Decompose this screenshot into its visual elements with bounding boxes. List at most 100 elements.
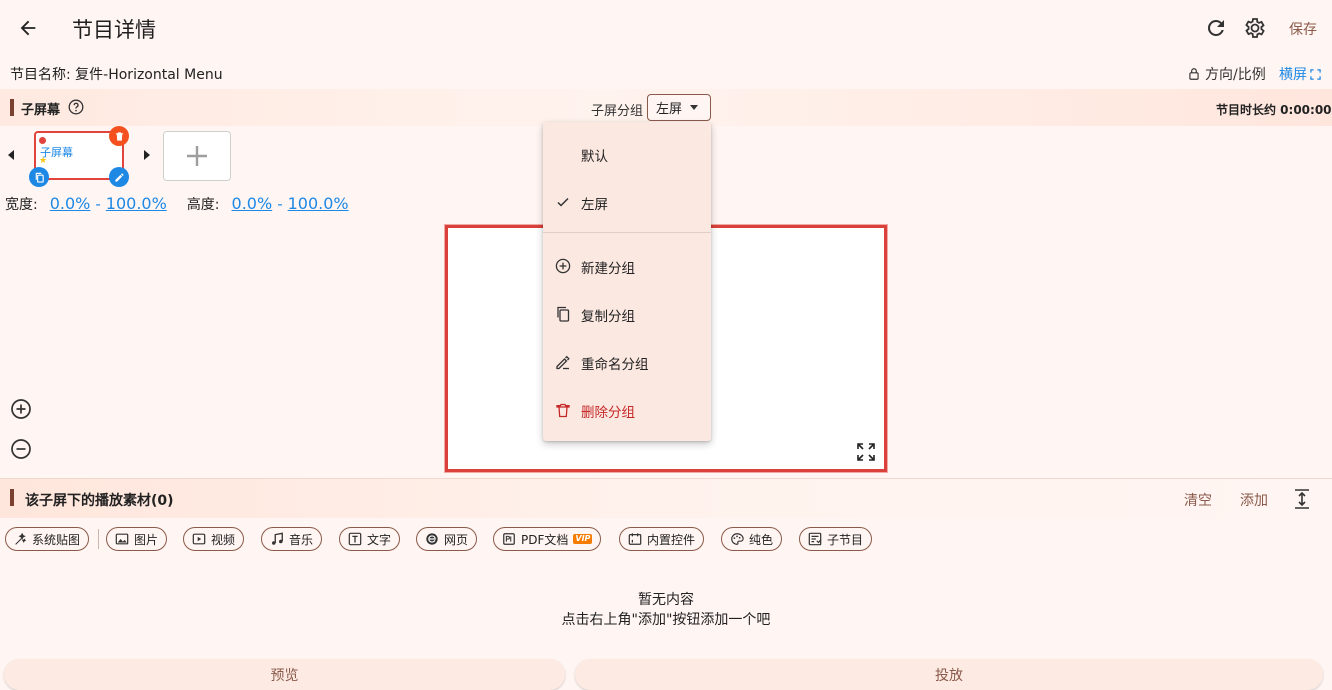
sticker-icon xyxy=(15,532,27,545)
chip-label: 网页 xyxy=(444,532,469,547)
menu-item-rename-group[interactable]: 重命名分组 xyxy=(543,340,711,384)
chip-text[interactable]: 文字 xyxy=(339,527,401,551)
menu-item-label: 复制分组 xyxy=(581,309,635,325)
page-title: 节目详情 xyxy=(72,18,156,42)
web-icon xyxy=(426,533,438,545)
chip-music[interactable]: 音乐 xyxy=(261,527,323,551)
chip-builtin-widget[interactable]: 内置控件 xyxy=(619,527,705,551)
chip-label: 纯色 xyxy=(749,532,774,547)
chip-label: 系统贴图 xyxy=(32,532,81,547)
chip-web[interactable]: 网页 xyxy=(416,527,478,551)
add-subscreen-button[interactable] xyxy=(163,131,231,181)
empty-state-hint: 点击右上角"添加"按钮添加一个吧 xyxy=(561,612,771,628)
copy-icon xyxy=(557,306,570,322)
width-to-link[interactable]: 100.0% xyxy=(106,194,167,213)
star-icon: ★ xyxy=(39,156,48,166)
refresh-button[interactable] xyxy=(1204,16,1228,40)
menu-item-default[interactable]: 默认 xyxy=(543,132,711,176)
pdf-icon xyxy=(503,533,515,545)
group-dropdown-menu: 默认 左屏 新建分组 复制分组 重命名分组 删除分组 xyxy=(543,122,711,441)
gear-icon xyxy=(1245,18,1265,38)
landscape-button[interactable]: 横屏 xyxy=(1279,64,1321,84)
plus-icon xyxy=(187,146,207,166)
help-icon[interactable] xyxy=(68,99,84,115)
orientation-button[interactable]: 方向/比例 xyxy=(1187,64,1266,84)
add-button[interactable]: 添加 xyxy=(1240,490,1268,510)
add-circle-icon xyxy=(555,258,571,274)
program-name: 节目名称: 复件-Horizontal Menu xyxy=(10,67,223,83)
width-label: 宽度: xyxy=(5,197,38,213)
menu-divider xyxy=(543,232,711,233)
menu-item-delete-group[interactable]: 删除分组 xyxy=(543,388,711,432)
menu-item-label: 重命名分组 xyxy=(581,357,649,373)
pencil-icon xyxy=(114,172,124,182)
zoom-out-icon xyxy=(11,439,31,459)
text-icon xyxy=(348,532,362,546)
menu-item-label: 左屏 xyxy=(581,197,608,213)
menu-item-label: 删除分组 xyxy=(581,405,635,421)
palette-icon xyxy=(731,533,744,545)
next-subscreen-arrow[interactable] xyxy=(144,150,150,160)
chip-label: PDF文档 xyxy=(521,532,569,547)
empty-state-title: 暂无内容 xyxy=(638,592,694,608)
fullscreen-button[interactable] xyxy=(856,442,876,462)
clear-button[interactable]: 清空 xyxy=(1184,490,1212,510)
trash-icon xyxy=(556,403,570,418)
menu-item-left-screen[interactable]: 左屏 xyxy=(543,180,711,224)
section-marker xyxy=(10,489,14,506)
height-to-link[interactable]: 100.0% xyxy=(288,194,349,213)
arrow-back-icon xyxy=(20,20,36,36)
edit-subscreen-button[interactable] xyxy=(109,167,129,187)
widget-icon xyxy=(628,533,642,545)
chip-solid-color[interactable]: 纯色 xyxy=(721,527,783,551)
chip-image[interactable]: 图片 xyxy=(106,527,168,551)
chip-label: 视频 xyxy=(211,532,236,547)
refresh-icon xyxy=(1207,19,1224,36)
prev-subscreen-arrow[interactable] xyxy=(8,150,14,160)
top-app-bar xyxy=(0,0,1332,58)
delete-subscreen-button[interactable] xyxy=(109,126,129,146)
caret-down-icon xyxy=(690,105,698,110)
subprogram-icon xyxy=(808,532,822,546)
program-duration: 节目时长约 0:00:00 xyxy=(1216,103,1332,117)
chip-divider xyxy=(98,529,99,549)
rename-icon xyxy=(556,355,570,370)
menu-item-label: 默认 xyxy=(581,149,608,165)
back-button[interactable] xyxy=(14,14,42,42)
fullscreen-small-icon xyxy=(1310,68,1321,80)
cast-button[interactable]: 投放 xyxy=(575,659,1323,690)
fullscreen-icon xyxy=(857,443,875,461)
section-marker xyxy=(10,99,14,116)
height-label: 高度: xyxy=(186,197,220,213)
group-select[interactable]: 左屏 xyxy=(647,94,711,121)
copy-subscreen-button[interactable] xyxy=(29,167,49,187)
check-icon xyxy=(557,197,569,207)
chip-label: 图片 xyxy=(134,532,159,547)
chip-label: 音乐 xyxy=(289,532,314,547)
orientation-label: 方向/比例 xyxy=(1205,67,1266,83)
preview-button[interactable]: 预览 xyxy=(4,659,565,690)
chip-system-sticker[interactable]: 系统贴图 xyxy=(5,527,90,551)
image-icon xyxy=(115,533,129,545)
zoom-out-button[interactable] xyxy=(10,438,32,460)
chip-subprogram[interactable]: 子节目 xyxy=(799,527,873,551)
menu-item-copy-group[interactable]: 复制分组 xyxy=(543,292,711,336)
music-icon xyxy=(272,532,283,545)
active-dot xyxy=(39,137,46,144)
dimension-row: 宽度: 0.0% - 100.0% 高度: 0.0% - 100.0% xyxy=(5,194,349,214)
settings-button[interactable] xyxy=(1243,16,1267,40)
zoom-in-button[interactable] xyxy=(10,398,32,420)
zoom-in-icon xyxy=(11,399,31,419)
width-from-link[interactable]: 0.0% xyxy=(50,194,91,213)
save-button[interactable]: 保存 xyxy=(1289,19,1317,39)
vertical-expand-icon xyxy=(1295,489,1309,509)
trash-icon xyxy=(115,131,123,141)
menu-item-label: 新建分组 xyxy=(581,261,635,277)
lock-icon xyxy=(1189,68,1199,80)
height-from-link[interactable]: 0.0% xyxy=(232,194,273,213)
chip-video[interactable]: 视频 xyxy=(183,527,245,551)
materials-header xyxy=(0,478,1332,518)
chip-pdf[interactable]: PDF文档 VIP xyxy=(493,527,602,551)
expand-height-button[interactable] xyxy=(1292,488,1312,510)
menu-item-new-group[interactable]: 新建分组 xyxy=(543,244,711,288)
